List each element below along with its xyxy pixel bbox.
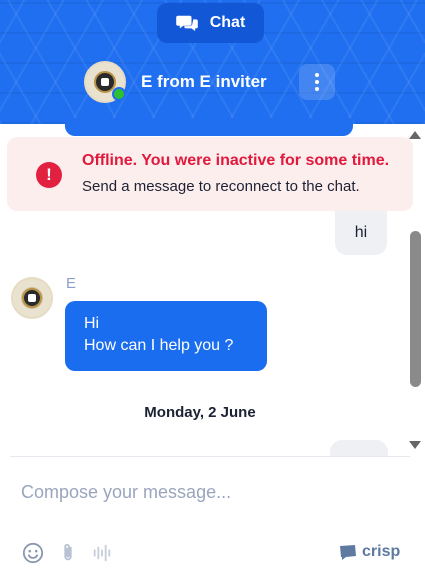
crisp-branding[interactable]: crisp (338, 543, 400, 561)
operator-name: E (66, 275, 77, 292)
crisp-logo-icon (340, 545, 356, 560)
avatar-logo (22, 288, 42, 308)
more-vertical-icon-dot (315, 87, 319, 91)
chat-tab[interactable]: Chat (157, 3, 264, 43)
message-compose-input[interactable] (10, 472, 400, 512)
brand-label: crisp (362, 543, 401, 560)
paperclip-icon (64, 543, 72, 561)
more-vertical-icon (315, 73, 319, 77)
alert-icon: ! (36, 162, 62, 188)
more-vertical-icon-dot (315, 80, 319, 84)
attach-file-button[interactable] (57, 542, 79, 564)
more-options-button[interactable] (299, 64, 335, 100)
chat-tab-label: Chat (209, 14, 246, 31)
agent-name: E from E inviter (141, 72, 267, 91)
scroll-down-arrow-icon[interactable] (409, 441, 421, 449)
composer-divider (10, 456, 410, 457)
operator-message-line: Hi (84, 315, 100, 332)
online-status-indicator (112, 87, 126, 101)
agent-info: E from E inviter (84, 60, 267, 104)
offline-message: Send a message to reconnect to the chat. (82, 178, 360, 195)
scroll-up-arrow-icon[interactable] (409, 131, 421, 139)
smiley-icon (22, 542, 44, 564)
header-tab-extension (65, 118, 353, 136)
user-message-bubble-partial (330, 440, 388, 456)
operator-message-bubble: Hi How can I help you ? (65, 301, 267, 371)
offline-title: Offline. You were inactive for some time… (82, 152, 390, 169)
audio-wave-icon (93, 544, 111, 562)
chat-header: Chat E from E inviter (0, 0, 425, 124)
scrollbar-thumb[interactable] (410, 231, 421, 387)
offline-banner: ! Offline. You were inactive for some ti… (7, 137, 413, 211)
agent-avatar (84, 61, 126, 103)
user-message-bubble: hi (335, 211, 387, 255)
date-separator: Monday, 2 June (144, 404, 256, 421)
voice-message-button[interactable] (91, 542, 113, 564)
chat-bubbles-icon (175, 15, 198, 32)
operator-avatar (11, 277, 53, 319)
user-message-text: hi (354, 224, 368, 241)
operator-message-line: How can I help you ? (84, 337, 234, 354)
emoji-button[interactable] (22, 542, 44, 564)
